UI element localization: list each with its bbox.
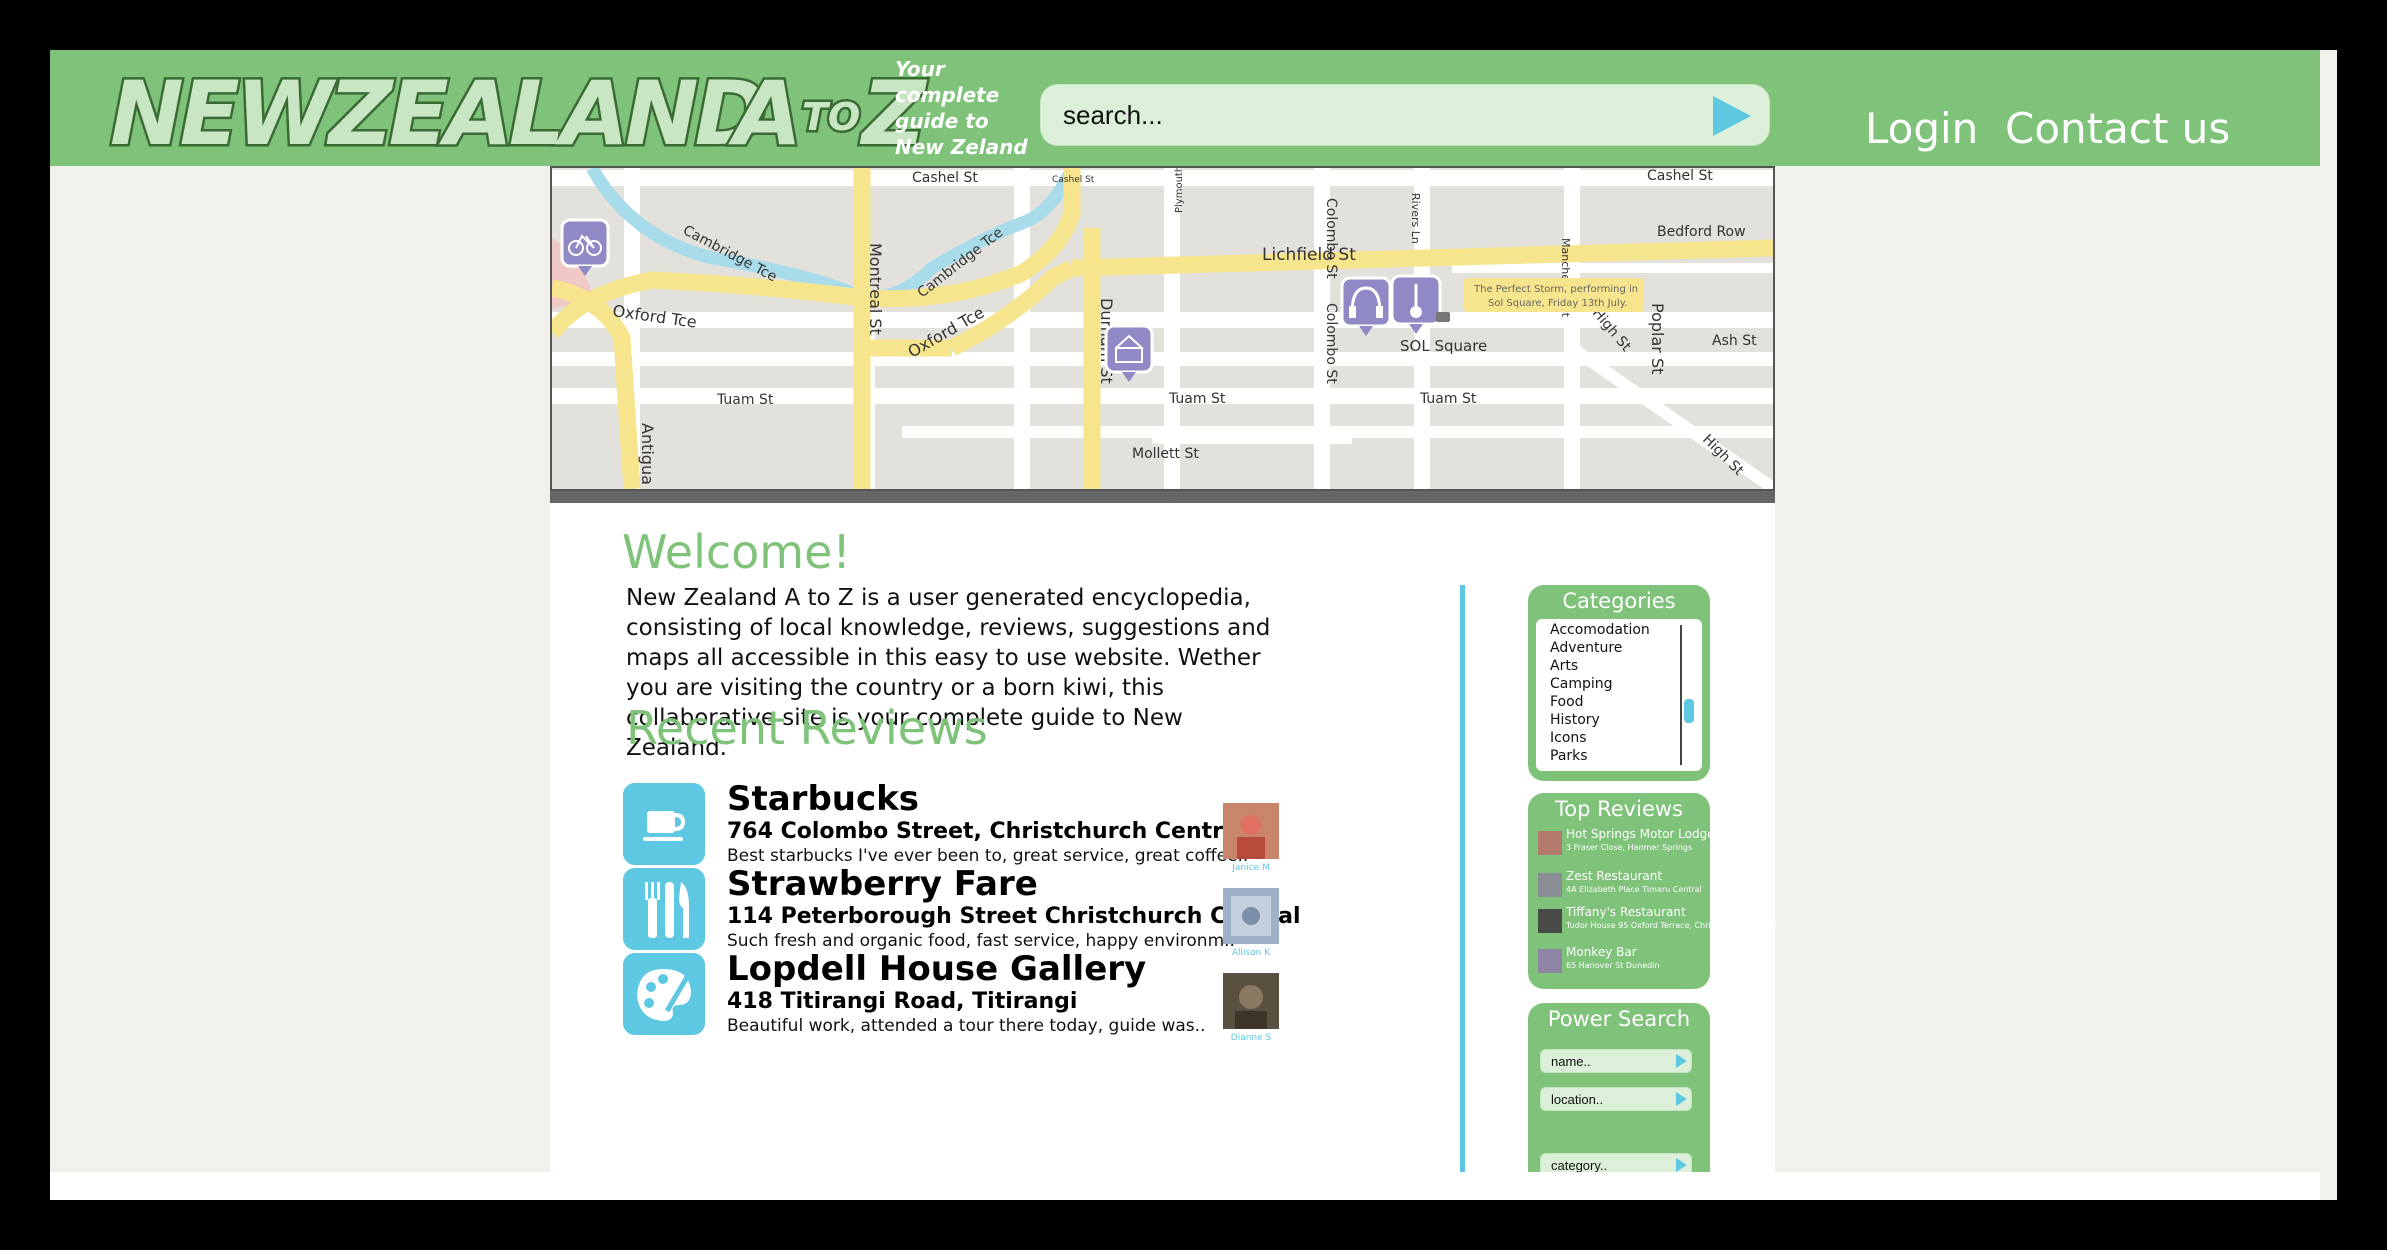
map-canvas[interactable]: Cashel St Cashel St Cashel St Cambridge … bbox=[552, 168, 1773, 489]
top-review-item[interactable]: Monkey Bar 65 Hanover St Dunedin bbox=[1538, 945, 1704, 979]
contact-us-link[interactable]: Contact us bbox=[2005, 104, 2230, 153]
street-label: Plymouth Ln bbox=[1174, 168, 1185, 213]
top-review-thumbnail bbox=[1538, 949, 1562, 973]
category-item[interactable]: Food bbox=[1550, 694, 1584, 710]
street-label: Antigua bbox=[638, 423, 657, 485]
street-label: Cashel St bbox=[1647, 168, 1713, 184]
top-review-address: Tudor House 95 Oxford Terrace, Christchu… bbox=[1566, 921, 1777, 930]
street-label: Tuam St bbox=[1168, 391, 1226, 407]
tagline-line: Your bbox=[895, 57, 945, 81]
power-search-panel: Power Search bbox=[1528, 1003, 1710, 1199]
review-name[interactable]: Strawberry Fare bbox=[727, 864, 1038, 904]
top-review-thumbnail bbox=[1538, 909, 1562, 933]
category-item[interactable]: Icons bbox=[1550, 730, 1587, 746]
page-footer-strip bbox=[50, 1172, 2337, 1200]
top-reviews-panel: Top Reviews Hot Springs Motor Lodge 3 Fr… bbox=[1528, 793, 1777, 989]
review-address: 418 Titirangi Road, Titirangi bbox=[727, 989, 1078, 1014]
recent-reviews-title: Recent Reviews bbox=[626, 701, 988, 755]
power-search-category-arrow-icon[interactable] bbox=[1676, 1158, 1687, 1172]
reviewer-name[interactable]: Dianne S bbox=[1223, 1033, 1279, 1043]
top-review-item[interactable]: Tiffany's Restaurant Tudor House 95 Oxfo… bbox=[1538, 905, 1777, 939]
power-search-title: Power Search bbox=[1547, 1007, 1691, 1031]
search-submit-arrow-icon[interactable] bbox=[1705, 94, 1755, 138]
street-label: Tuam St bbox=[1419, 391, 1477, 407]
logo-letter-a: A bbox=[728, 62, 802, 160]
sol-square-label: SOL Square bbox=[1400, 337, 1487, 355]
street-label: Ash St bbox=[1712, 333, 1757, 349]
top-review-thumbnail bbox=[1538, 873, 1562, 897]
power-search-location-input[interactable] bbox=[1540, 1087, 1692, 1111]
top-review-item[interactable]: Zest Restaurant 4A Elizabeth Place Timar… bbox=[1538, 869, 1704, 903]
category-item[interactable]: Accomodation bbox=[1550, 622, 1650, 638]
review-address: 764 Colombo Street, Christchurch Central… bbox=[727, 819, 1254, 844]
logo-word-to: TO bbox=[802, 95, 860, 139]
review-name[interactable]: Lopdell House Gallery bbox=[727, 949, 1146, 989]
categories-scrollbar-track[interactable] bbox=[1680, 625, 1686, 765]
categories-title: Categories bbox=[1562, 589, 1676, 613]
categories-scrollbar-thumb[interactable] bbox=[1684, 699, 1694, 723]
top-review-name: Monkey Bar bbox=[1566, 945, 1637, 959]
site-logo[interactable]: NEWZEALAND A TO Z bbox=[102, 60, 932, 160]
category-item[interactable]: Arts bbox=[1550, 658, 1578, 674]
event-note-line: The Perfect Storm, performing in bbox=[1473, 284, 1638, 295]
street-label: Cashel St bbox=[1052, 175, 1095, 185]
city-map[interactable]: Cashel St Cashel St Cashel St Cambridge … bbox=[550, 166, 1775, 491]
categories-panel: Categories Accomodation Adventure Arts C… bbox=[1528, 585, 1710, 781]
street-label: Bedford Row bbox=[1657, 224, 1746, 240]
street-label: Cashel St bbox=[912, 170, 978, 186]
reviewer-avatar[interactable] bbox=[1223, 973, 1279, 1029]
street-label: Lichfield St bbox=[1262, 245, 1356, 265]
street-label: Tuam St bbox=[716, 392, 774, 408]
browser-viewport: NEWZEALAND A TO Z Your complete guide to… bbox=[50, 50, 2337, 1200]
category-item[interactable]: Parks bbox=[1550, 748, 1588, 764]
power-search-name-arrow-icon[interactable] bbox=[1676, 1054, 1687, 1068]
top-review-name: Hot Springs Motor Lodge bbox=[1566, 827, 1715, 841]
street-label: High St bbox=[1699, 432, 1747, 480]
palette-icon bbox=[623, 953, 705, 1035]
event-note-line: Sol Square, Friday 13th July. bbox=[1488, 298, 1627, 309]
welcome-title: Welcome! bbox=[622, 525, 851, 579]
coffee-cup-icon bbox=[623, 783, 705, 865]
category-item[interactable]: Adventure bbox=[1550, 640, 1622, 656]
street-label: Mollett St bbox=[1132, 446, 1199, 462]
street-label: Colombo St bbox=[1323, 303, 1339, 384]
review-snippet: Such fresh and organic food, fast servic… bbox=[727, 931, 1235, 951]
top-review-address: 4A Elizabeth Place Timaru Central bbox=[1566, 885, 1702, 894]
category-item[interactable]: Camping bbox=[1550, 676, 1613, 692]
street-label: Rivers Ln bbox=[1409, 193, 1422, 244]
site-header: NEWZEALAND A TO Z Your complete guide to… bbox=[50, 50, 2337, 166]
power-search-location-arrow-icon[interactable] bbox=[1676, 1092, 1687, 1106]
top-review-name: Tiffany's Restaurant bbox=[1566, 905, 1686, 919]
top-review-name: Zest Restaurant bbox=[1566, 869, 1663, 883]
power-search-name-input[interactable] bbox=[1540, 1049, 1692, 1073]
category-item[interactable]: History bbox=[1550, 712, 1600, 728]
headphones-icon[interactable] bbox=[1340, 276, 1392, 336]
top-review-address: 65 Hanover St Dunedin bbox=[1566, 961, 1660, 970]
main-content: Welcome! New Zealand A to Z is a user ge… bbox=[550, 503, 1777, 1200]
street-label: Montreal St bbox=[866, 243, 885, 335]
search-input[interactable] bbox=[1040, 84, 1770, 146]
review-snippet: Beautiful work, attended a tour there to… bbox=[727, 1016, 1206, 1036]
street-label: Poplar St bbox=[1648, 303, 1667, 374]
top-review-thumbnail bbox=[1538, 831, 1562, 855]
login-link[interactable]: Login bbox=[1865, 104, 1978, 153]
logo-word-newzealand: NEWZEALAND bbox=[110, 62, 765, 160]
review-address: 114 Peterborough Street Christchurch Cen… bbox=[727, 904, 1301, 929]
reviewer-avatar[interactable] bbox=[1223, 888, 1279, 944]
street-label: Colombo St bbox=[1323, 198, 1339, 279]
cutlery-icon bbox=[623, 868, 705, 950]
top-review-item[interactable]: Hot Springs Motor Lodge 3 Fraser Close, … bbox=[1538, 827, 1715, 861]
categories-list[interactable]: Accomodation Adventure Arts Camping Food… bbox=[1536, 619, 1702, 771]
top-review-address: 3 Fraser Close, Hanmer Springs bbox=[1566, 843, 1693, 852]
review-snippet: Best starbucks I've ever been to, great … bbox=[727, 846, 1249, 866]
review-name[interactable]: Starbucks bbox=[727, 779, 919, 819]
column-divider bbox=[1460, 585, 1465, 1200]
reviewer-avatar[interactable] bbox=[1223, 803, 1279, 859]
review-item[interactable]: Lopdell House Gallery 418 Titirangi Road… bbox=[623, 949, 1303, 1053]
page-right-margin bbox=[2320, 50, 2337, 1200]
top-reviews-title: Top Reviews bbox=[1555, 797, 1683, 821]
event-note[interactable]: The Perfect Storm, performing in Sol Squ… bbox=[1464, 278, 1644, 312]
